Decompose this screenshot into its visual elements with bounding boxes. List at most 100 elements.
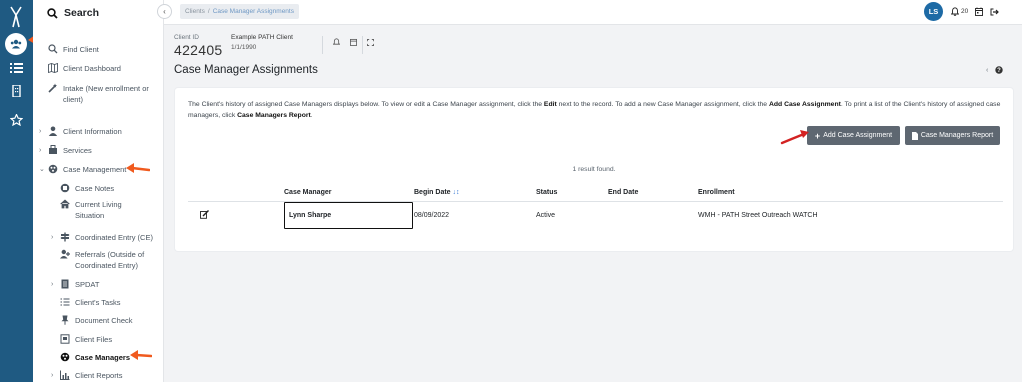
sidebar-item-case-management[interactable]: ⌄ Case Management bbox=[39, 164, 126, 175]
sidebar-item-document-check[interactable]: Document Check bbox=[60, 315, 133, 326]
status-cell: Active bbox=[536, 211, 556, 219]
intro-bold: Add Case Assignment bbox=[768, 101, 841, 108]
annotation-arrow bbox=[126, 163, 150, 173]
calendar-icon[interactable] bbox=[975, 7, 984, 16]
column-header-enrollment: Enrollment bbox=[698, 184, 1003, 202]
edit-icon[interactable] bbox=[200, 209, 209, 219]
sidebar-item-clients-tasks[interactable]: Client's Tasks bbox=[60, 297, 120, 308]
list-icon[interactable] bbox=[10, 62, 23, 74]
user-icon bbox=[48, 126, 58, 136]
file-text-icon bbox=[61, 279, 69, 289]
notifications-button[interactable]: 20 bbox=[951, 7, 968, 16]
sign-out-icon[interactable] bbox=[990, 8, 1000, 16]
intro-text: next to the record. To add a new Case Ma… bbox=[556, 101, 769, 108]
case-management-icon bbox=[48, 164, 58, 174]
chevron-right-icon: › bbox=[51, 281, 54, 288]
begin-date-label: Begin Date bbox=[414, 188, 451, 196]
file-icon bbox=[911, 131, 918, 140]
sidebar-item-intake[interactable]: Intake (New enrollment or client) bbox=[48, 83, 156, 105]
divider bbox=[322, 36, 323, 54]
client-name: Example PATH Client bbox=[231, 34, 293, 41]
sidebar-item-coordinated-entry[interactable]: › Coordinated Entry (CE) bbox=[51, 232, 158, 243]
page-tools: ‹ ? bbox=[986, 66, 1004, 74]
sidebar-item-referrals[interactable]: Referrals (Outside of Coordinated Entry) bbox=[60, 249, 156, 271]
users-icon bbox=[10, 39, 22, 49]
case-manager-table: Case Manager Begin Date ↓↕ Status End Da… bbox=[188, 184, 1003, 229]
bell-icon bbox=[951, 7, 959, 16]
chevron-left-icon: ‹ bbox=[163, 7, 166, 16]
calendar-icon[interactable] bbox=[350, 38, 357, 46]
annotation-arrow bbox=[130, 350, 152, 360]
case-managers-report-label: Case Managers Report bbox=[920, 132, 994, 139]
case-managers-report-button[interactable]: Case Managers Report bbox=[905, 126, 1000, 145]
sidebar-item-find-client[interactable]: Find Client bbox=[48, 44, 99, 55]
column-header-begin-date[interactable]: Begin Date ↓↕ bbox=[414, 184, 536, 202]
sidebar-item-client-information[interactable]: › Client Information bbox=[39, 126, 122, 137]
sidebar-item-case-notes[interactable]: Case Notes bbox=[60, 183, 114, 194]
intro-text: . bbox=[310, 111, 313, 119]
top-actions: 20 bbox=[951, 7, 1000, 16]
notification-count: 20 bbox=[961, 8, 969, 15]
chevron-right-icon: › bbox=[39, 147, 42, 154]
star-icon[interactable] bbox=[10, 114, 23, 126]
add-case-assignment-button[interactable]: + Add Case Assignment bbox=[807, 126, 900, 145]
breadcrumb-clients[interactable]: Clients bbox=[185, 8, 205, 15]
magic-wand-icon bbox=[48, 83, 57, 93]
app-rail bbox=[0, 0, 33, 382]
intro-bold: Case Managers Report bbox=[237, 111, 311, 119]
intro-bold: Edit bbox=[543, 101, 557, 108]
sidebar-item-client-dashboard[interactable]: Client Dashboard bbox=[48, 63, 121, 74]
breadcrumb: Clients / Case Manager Assignments bbox=[180, 4, 299, 19]
chevron-right-icon: › bbox=[39, 128, 42, 135]
divider bbox=[362, 36, 363, 54]
search-icon bbox=[48, 44, 58, 54]
chevron-right-icon: › bbox=[51, 234, 54, 241]
case-manager-card: The Client's history of assigned Case Ma… bbox=[175, 88, 1013, 251]
enrollment-cell: WMH - PATH Street Outreach WATCH bbox=[698, 211, 818, 219]
app-logo-icon bbox=[10, 6, 22, 28]
building-icon[interactable] bbox=[10, 85, 23, 97]
signpost-icon bbox=[60, 232, 70, 242]
sort-icon[interactable]: ↓↕ bbox=[453, 189, 460, 196]
chevron-left-icon[interactable]: ‹ bbox=[986, 67, 988, 74]
column-header-case-manager: Case Manager bbox=[284, 184, 414, 202]
edit-cell bbox=[188, 201, 284, 229]
sidebar: Search Find Client Client Dashboard Inta… bbox=[33, 0, 164, 382]
client-id: 422405 bbox=[174, 42, 223, 58]
plus-icon: + bbox=[814, 130, 821, 141]
page-title: Case Manager Assignments bbox=[174, 64, 318, 76]
top-bar: Clients / Case Manager Assignments LS 20 bbox=[164, 0, 1022, 25]
collapse-sidebar-button[interactable]: ‹ bbox=[157, 4, 172, 19]
instructions-text: The Client's history of assigned Case Ma… bbox=[188, 100, 1003, 121]
column-header-edit bbox=[188, 184, 284, 202]
sidebar-item-services[interactable]: › Services bbox=[39, 145, 92, 156]
services-icon bbox=[49, 145, 57, 154]
map-icon bbox=[48, 63, 58, 73]
help-icon[interactable]: ? bbox=[995, 66, 1004, 74]
clients-nav-button[interactable] bbox=[5, 33, 27, 55]
sidebar-item-case-managers[interactable]: Case Managers bbox=[60, 352, 130, 363]
avatar[interactable]: LS bbox=[924, 2, 943, 21]
sidebar-item-spdat[interactable]: › SPDAT bbox=[51, 279, 99, 290]
sidebar-search[interactable]: Search bbox=[47, 7, 99, 19]
breadcrumb-separator: / bbox=[207, 8, 210, 15]
client-dob: 1/1/1990 bbox=[231, 44, 257, 51]
intro-text: The Client's history of assigned Case Ma… bbox=[188, 101, 544, 108]
client-id-label: Client ID bbox=[174, 34, 199, 41]
add-case-assignment-label: Add Case Assignment bbox=[823, 132, 893, 139]
chevron-down-icon: ⌄ bbox=[39, 166, 45, 173]
file-icon bbox=[60, 334, 70, 344]
result-count: 1 result found. bbox=[572, 166, 616, 173]
svg-text:?: ? bbox=[998, 68, 1002, 74]
annotation-arrow bbox=[780, 130, 809, 145]
bell-icon[interactable] bbox=[333, 38, 340, 46]
sidebar-item-client-files[interactable]: Client Files bbox=[60, 334, 112, 345]
expand-icon[interactable] bbox=[367, 38, 374, 46]
chart-icon bbox=[60, 370, 70, 380]
case-manager-name: Lynn Sharpe bbox=[284, 201, 413, 229]
search-icon bbox=[47, 7, 58, 19]
case-managers-icon bbox=[60, 352, 70, 362]
table-row: Lynn Sharpe 08/09/2022 Active WMH - PATH… bbox=[188, 201, 1003, 229]
sidebar-item-client-reports[interactable]: › Client Reports bbox=[51, 370, 123, 381]
sidebar-item-current-living-situation[interactable]: Current Living Situation bbox=[60, 199, 148, 221]
